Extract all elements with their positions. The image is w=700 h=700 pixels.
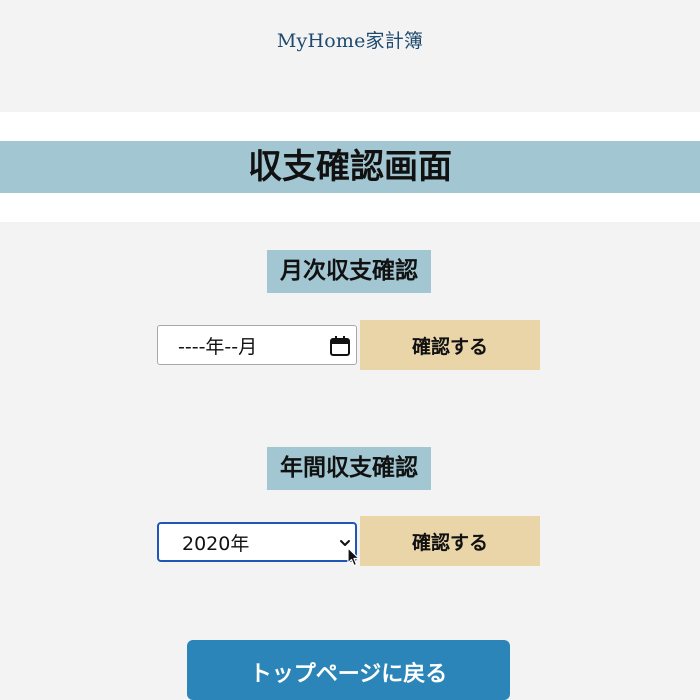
year-select[interactable]: 2020年: [157, 522, 357, 562]
back-to-top-button[interactable]: トップページに戻る: [187, 640, 510, 700]
year-select-value: 2020年: [182, 532, 250, 555]
yearly-confirm-button[interactable]: 確認する: [360, 516, 540, 566]
month-input[interactable]: ----年--月: [157, 325, 357, 365]
monthly-heading: 月次収支確認: [267, 250, 431, 293]
calendar-icon[interactable]: [329, 335, 351, 357]
app-title: MyHome家計簿: [276, 30, 424, 52]
mouse-pointer-icon: [347, 547, 360, 567]
month-input-value: ----年--月: [178, 335, 258, 358]
monthly-confirm-button[interactable]: 確認する: [360, 320, 540, 370]
yearly-heading: 年間収支確認: [267, 447, 431, 490]
page-title: 収支確認画面: [248, 147, 452, 187]
